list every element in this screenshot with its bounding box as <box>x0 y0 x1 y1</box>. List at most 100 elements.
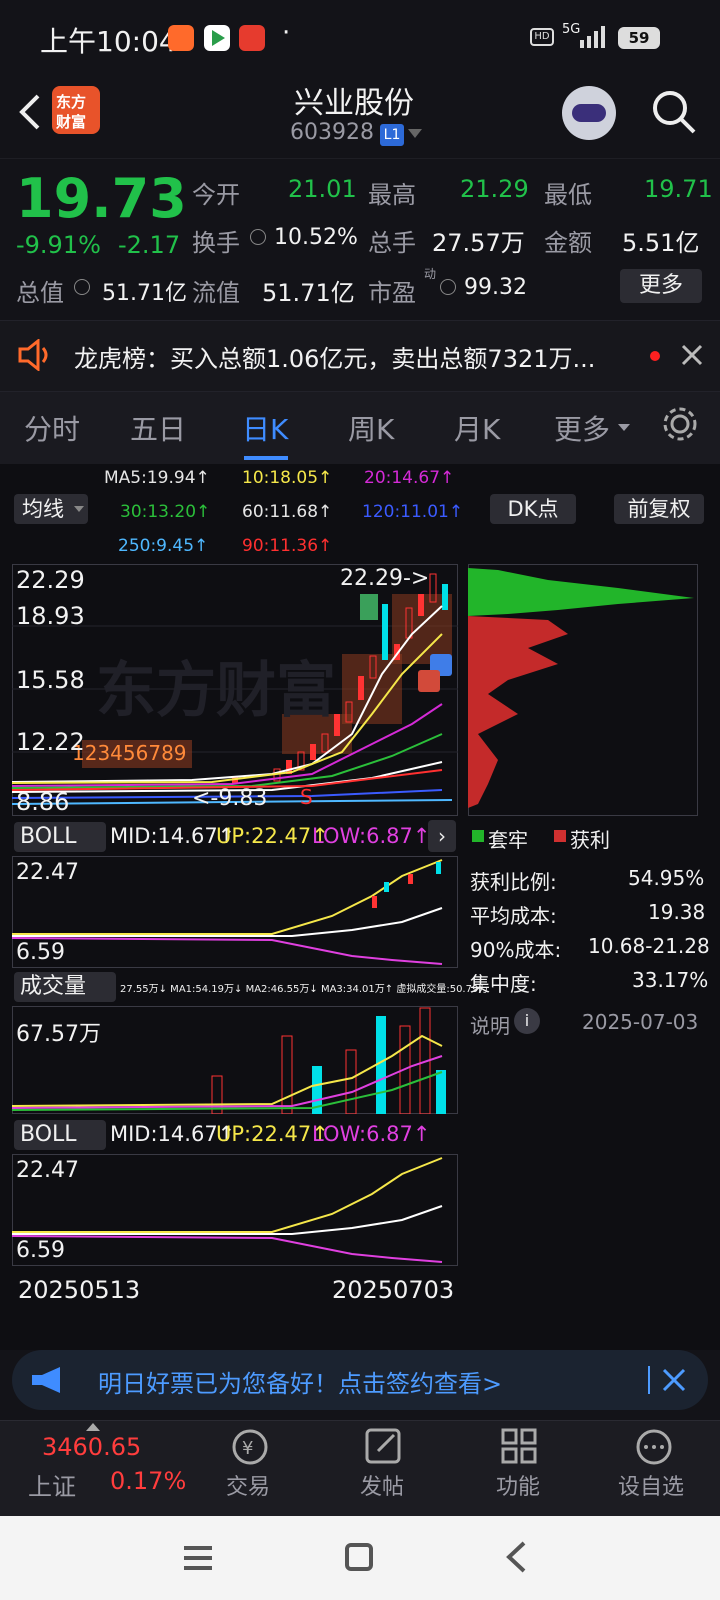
ma5-legend: MA5:19.94↑ <box>104 468 210 488</box>
float-label: 流值 <box>192 279 240 307</box>
nav-watchlist[interactable]: 设自选 <box>618 1469 684 1501</box>
y-label-5: 8.86 <box>16 788 70 816</box>
more-dots-icon[interactable] <box>634 1427 674 1467</box>
tab-monthly-k[interactable]: 月K <box>454 408 500 448</box>
status-bar: 上午10:04 · HD 5G 59 <box>0 0 720 76</box>
info-icon-chip[interactable]: i <box>514 1008 540 1034</box>
stock-code: 603928 <box>290 120 374 145</box>
nav-post[interactable]: 发帖 <box>360 1469 404 1501</box>
chevron-right-icon[interactable]: › <box>428 820 456 852</box>
robot-assistant-icon[interactable] <box>562 86 616 140</box>
nav-functions[interactable]: 功能 <box>496 1469 540 1501</box>
quote-panel: 19.73 -9.91% -2.17 今开 21.01 最高 21.29 最低 … <box>0 158 720 320</box>
tab-intraday[interactable]: 分时 <box>24 408 80 448</box>
edit-post-icon[interactable] <box>364 1427 402 1465</box>
boll2-y-bottom: 6.59 <box>16 1238 65 1263</box>
index-name[interactable]: 上证 <box>28 1467 76 1502</box>
home-icon[interactable] <box>344 1542 374 1572</box>
ma250-legend: 250:9.45↑ <box>118 536 209 556</box>
kline-chart-area[interactable]: MA5:19.94↑ 10:18.05↑ 20:14.67↑ 30:13.20↑… <box>0 464 720 1350</box>
info-icon-3[interactable] <box>440 279 456 295</box>
eastmoney-watermark: 东方财富 <box>96 656 336 726</box>
yuan-trade-icon[interactable]: ¥ <box>230 1427 270 1467</box>
info-icon-2[interactable] <box>74 279 90 295</box>
chip-distribution-chart[interactable] <box>468 564 698 816</box>
caret-up-icon <box>86 1423 100 1431</box>
more-button[interactable]: 更多 <box>620 269 702 303</box>
legend-profit-swatch <box>554 830 566 842</box>
nav-trade[interactable]: 交易 <box>226 1469 270 1501</box>
notice-bar[interactable]: 龙虎榜：买入总额1.06亿元，卖出总额7321万... <box>0 320 720 392</box>
bottom-navigation: 3460.65 上证 0.17% ¥ 交易 发帖 功能 设自选 <box>0 1420 720 1516</box>
high-annotation: 22.29-> <box>340 566 430 591</box>
stock-name: 兴业股份 <box>294 86 414 121</box>
high-value: 21.29 <box>460 175 529 203</box>
date-start: 20250513 <box>18 1276 141 1304</box>
tab-weekly-k[interactable]: 周K <box>348 408 394 448</box>
volume-y-top: 67.57万 <box>16 1022 101 1047</box>
close-icon[interactable] <box>662 1368 686 1392</box>
megaphone-icon <box>32 1367 60 1393</box>
volume-label: 总手 <box>368 229 416 257</box>
legend-profit-label: 获利 <box>570 828 610 852</box>
promo-banner[interactable]: 明日好票已为您备好！点击签约查看> <box>12 1350 708 1410</box>
back-nav-icon[interactable] <box>504 1540 528 1574</box>
y-label-3: 15.58 <box>16 666 85 694</box>
divider <box>648 1366 650 1394</box>
y-label-2: 18.93 <box>16 602 85 630</box>
unread-dot <box>650 351 660 361</box>
tab-five-day[interactable]: 五日 <box>130 408 186 448</box>
chevron-down-icon[interactable] <box>408 129 422 139</box>
open-value: 21.01 <box>288 175 357 203</box>
chip-date: 2025-07-03 <box>582 1010 699 1034</box>
search-icon[interactable] <box>650 88 698 136</box>
chart-period-tabs: 分时 五日 日K 周K 月K 更多 <box>0 392 720 464</box>
eastmoney-logo: 东方 财富 <box>52 86 100 134</box>
app-notification-icon-2 <box>239 25 265 51</box>
index-pct[interactable]: 0.17% <box>110 1467 186 1495</box>
tab-daily-k[interactable]: 日K <box>242 408 288 448</box>
ma90-legend: 90:11.36↑ <box>242 536 333 556</box>
adjust-mode-button[interactable]: 前复权 <box>614 494 704 524</box>
dk-sequence-label: 123456789 <box>72 741 187 765</box>
svg-text:¥: ¥ <box>242 1438 253 1459</box>
tab-more[interactable]: 更多 <box>554 408 610 448</box>
level-badge[interactable]: L1 <box>380 124 404 146</box>
low-value: 19.71 <box>644 175 713 203</box>
boll-indicator-button-2[interactable]: BOLL <box>14 1120 106 1150</box>
amount-value: 5.51亿 <box>622 229 700 257</box>
y-label-4: 12.22 <box>16 728 85 756</box>
caret-down-icon <box>74 506 84 512</box>
gear-icon[interactable] <box>660 404 700 444</box>
mcap-value: 51.71亿 <box>102 281 187 306</box>
change-percent: -9.91% <box>16 231 101 259</box>
pe-dynamic-mark: 动 <box>424 267 437 281</box>
change-value: -2.17 <box>118 231 181 259</box>
ma120-legend: 120:11.01↑ <box>362 502 464 522</box>
chip-profit-ratio-value: 54.95% <box>628 866 705 890</box>
chip-avg-cost-value: 19.38 <box>648 900 706 924</box>
boll-y-bottom: 6.59 <box>16 940 65 965</box>
boll2-y-top: 22.47 <box>16 1158 79 1183</box>
play-store-icon <box>204 25 230 51</box>
ma60-legend: 60:11.68↑ <box>242 502 333 522</box>
caret-down-icon <box>618 424 630 431</box>
close-icon[interactable] <box>680 343 704 367</box>
sell-signal-marker: S <box>300 785 313 809</box>
index-value[interactable]: 3460.65 <box>42 1433 141 1461</box>
volume-indicator-button[interactable]: 成交量 <box>14 972 116 1002</box>
high-label: 最高 <box>368 181 416 209</box>
info-icon[interactable] <box>250 229 266 245</box>
legend-trap-swatch <box>472 830 484 842</box>
apps-grid-icon[interactable] <box>500 1427 538 1465</box>
chip-explain-label[interactable]: 说明 <box>470 1010 510 1039</box>
mcap-label: 总值 <box>16 279 64 307</box>
dk-point-button[interactable]: DK点 <box>490 494 576 524</box>
boll-low: LOW:6.87↑ <box>312 824 431 848</box>
pe-label: 市盈 <box>368 279 416 307</box>
boll-indicator-button[interactable]: BOLL <box>14 822 106 852</box>
menu-icon[interactable] <box>182 1544 214 1572</box>
system-navigation-bar <box>0 1516 720 1600</box>
boll-low-2: LOW:6.87↑ <box>312 1122 431 1146</box>
back-icon[interactable] <box>16 92 44 132</box>
